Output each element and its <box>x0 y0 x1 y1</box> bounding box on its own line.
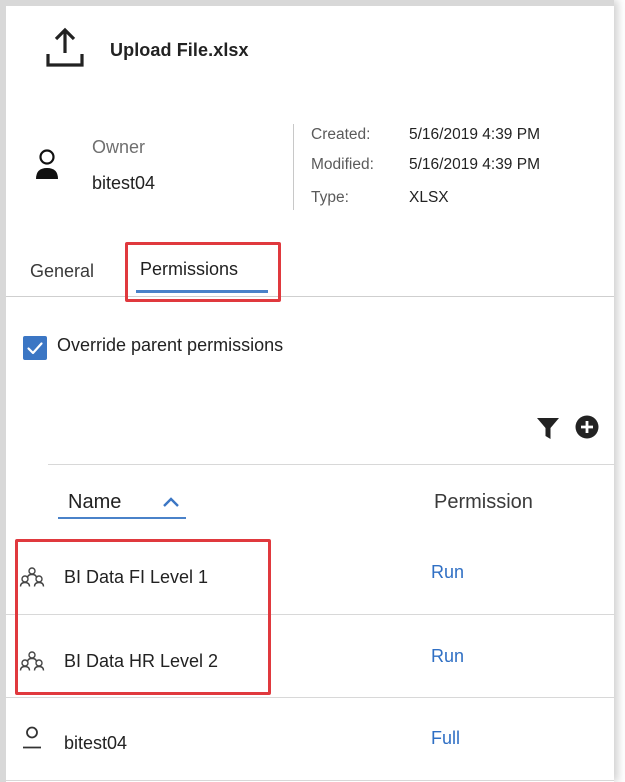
override-checkbox[interactable] <box>23 336 47 360</box>
column-header-name[interactable]: Name <box>68 491 121 514</box>
row-permission-link[interactable]: Full <box>431 728 460 749</box>
highlight-box-rows <box>15 539 271 695</box>
owner-user-icon <box>34 148 60 182</box>
modified-value: 5/16/2019 4:39 PM <box>409 156 540 173</box>
user-icon <box>22 726 42 750</box>
sort-column-indicator <box>58 517 186 519</box>
table-top-rule <box>48 464 614 465</box>
file-title: Upload File.xlsx <box>110 40 249 60</box>
sort-ascending-icon[interactable] <box>160 493 182 511</box>
created-value: 5/16/2019 4:39 PM <box>409 126 540 143</box>
type-label: Type: <box>311 189 349 206</box>
row-permission-link[interactable]: Run <box>431 562 464 583</box>
row-name: bitest04 <box>64 733 128 753</box>
filter-icon[interactable] <box>536 416 560 440</box>
row-permission-link[interactable]: Run <box>431 646 464 667</box>
created-label: Created: <box>311 126 371 143</box>
modified-label: Modified: <box>311 156 374 173</box>
tabs-divider <box>6 296 614 297</box>
column-header-permission[interactable]: Permission <box>434 491 533 514</box>
meta-divider <box>293 124 294 210</box>
override-label[interactable]: Override parent permissions <box>57 335 283 356</box>
type-value: XLSX <box>409 189 449 206</box>
tab-general[interactable]: General <box>30 261 94 282</box>
row-divider <box>6 697 614 698</box>
highlight-box-tab <box>125 242 281 302</box>
add-circle-icon[interactable] <box>574 414 600 440</box>
owner-name: bitest04 <box>92 173 156 193</box>
properties-panel: Upload File.xlsx Owner bitest04 Created:… <box>0 0 614 782</box>
owner-label: Owner <box>92 137 146 157</box>
upload-icon <box>44 26 86 70</box>
row-divider <box>6 780 614 781</box>
checkmark-icon <box>27 342 43 355</box>
